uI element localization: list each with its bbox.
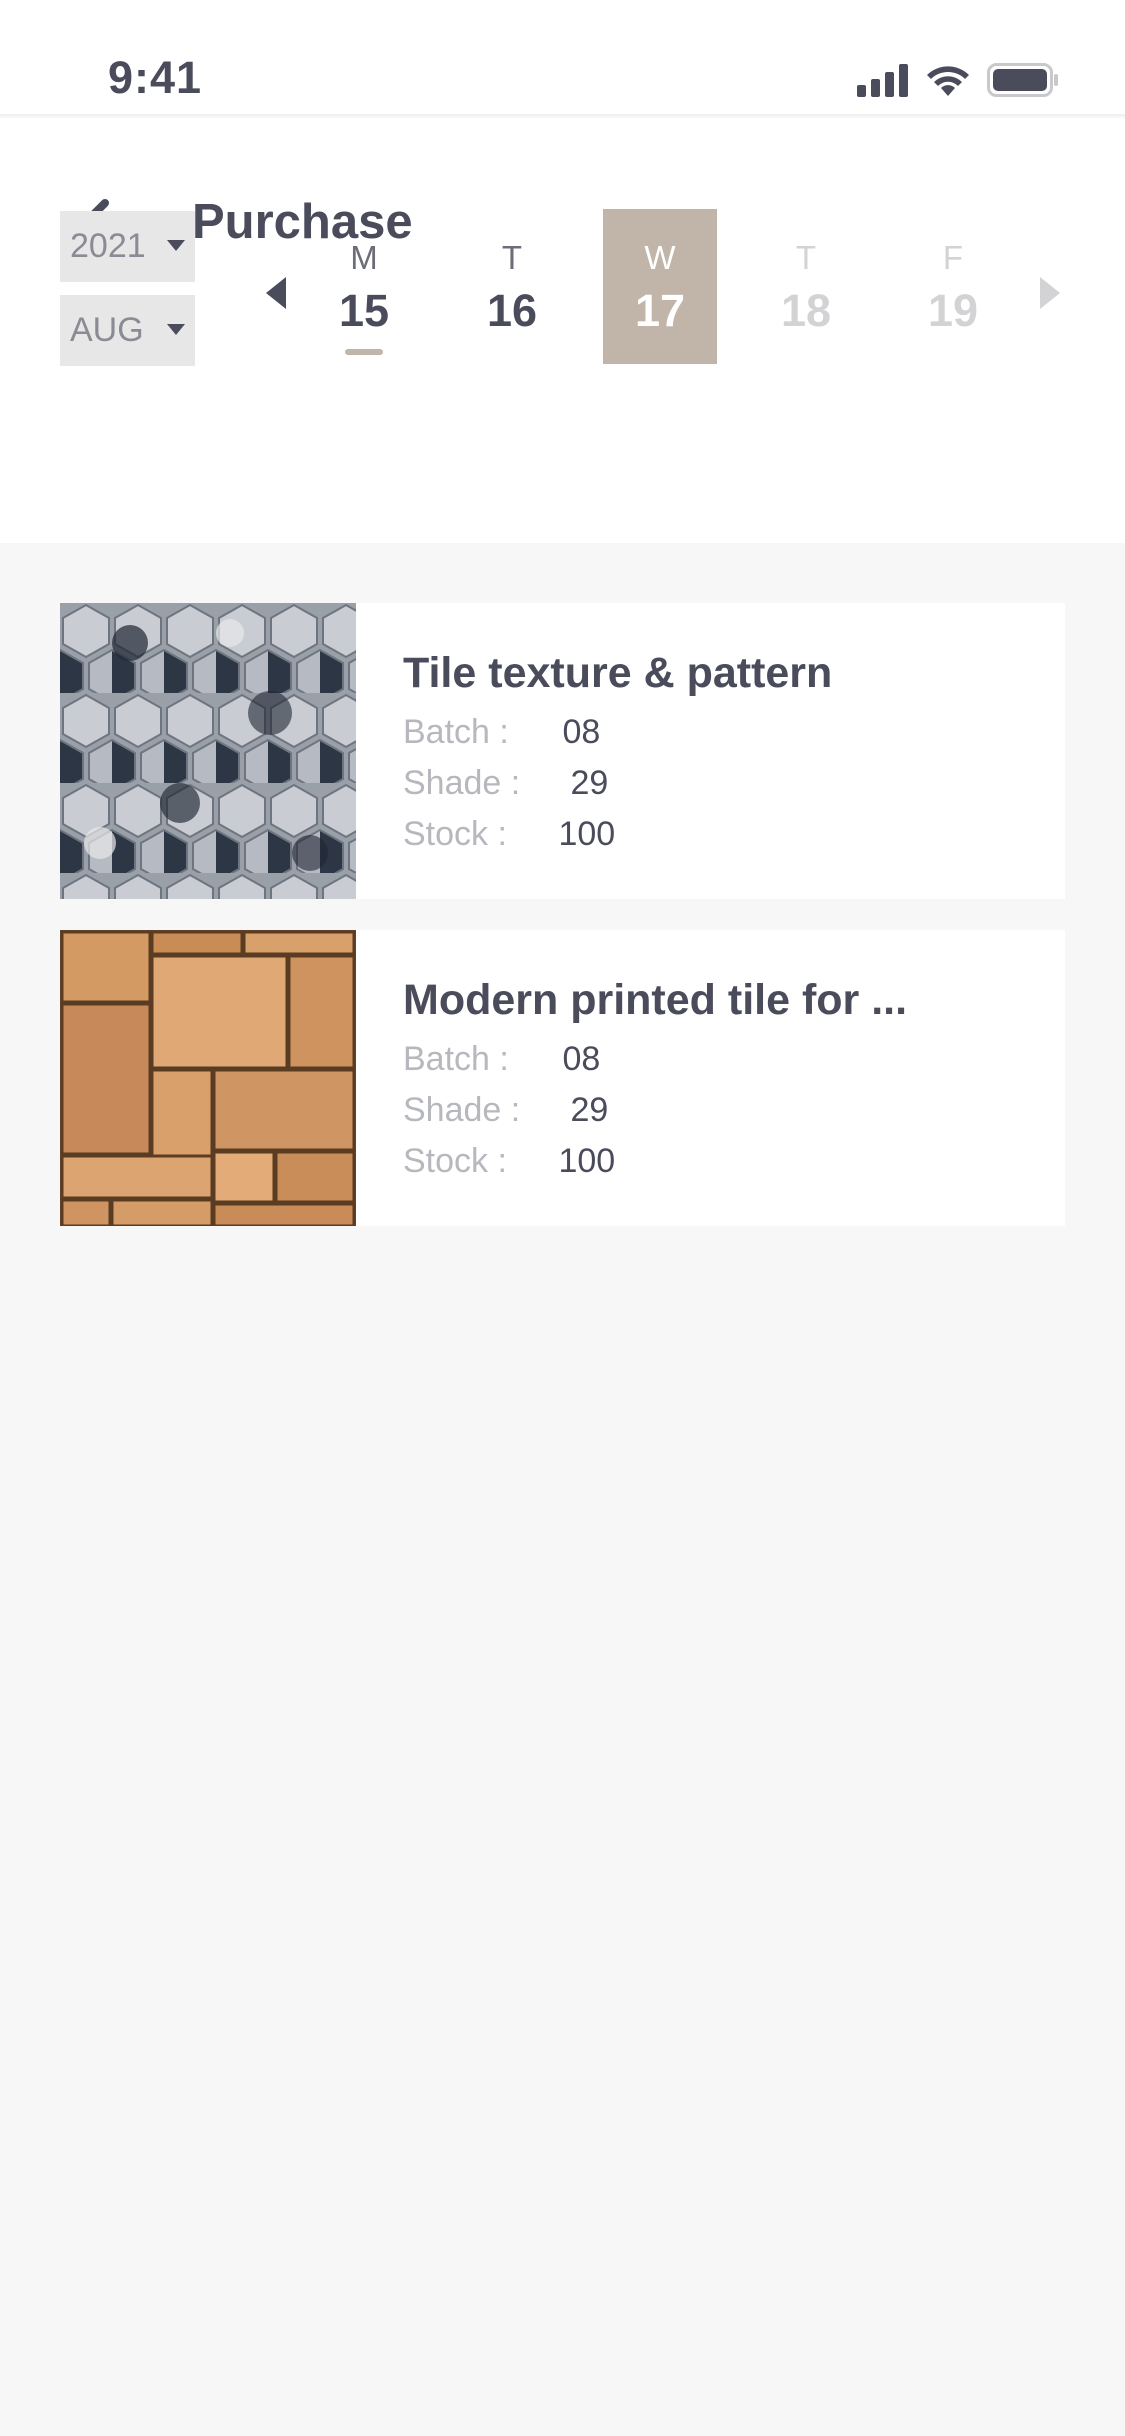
month-select[interactable]: AUG <box>60 295 195 366</box>
stock-row: Stock : 100 <box>403 815 615 854</box>
status-time: 9:41 <box>108 52 203 103</box>
day-number: 16 <box>486 285 538 336</box>
next-week-button[interactable] <box>1030 268 1070 318</box>
shade-row: Shade : 29 <box>403 1091 608 1130</box>
shade-value: 29 <box>570 764 609 802</box>
day-of-week: T <box>795 239 817 276</box>
battery-icon <box>987 63 1058 97</box>
batch-row: Batch : 08 <box>403 713 600 752</box>
stock-value: 100 <box>558 815 616 853</box>
product-title: Modern printed tile for ... <box>403 976 908 1024</box>
caret-left-icon <box>266 277 286 309</box>
batch-value: 08 <box>562 1040 601 1078</box>
day-16[interactable]: T 16 <box>455 209 569 364</box>
product-thumbnail <box>60 930 356 1226</box>
month-value: AUG <box>70 311 144 349</box>
product-thumbnail <box>60 603 356 899</box>
status-bar: 9:41 <box>0 0 1125 116</box>
chevron-down-icon <box>167 240 185 251</box>
day-number: 19 <box>927 285 979 336</box>
shade-value: 29 <box>570 1091 609 1129</box>
day-number: 15 <box>338 285 390 336</box>
batch-label: Batch : <box>403 1040 509 1078</box>
stock-label: Stock : <box>403 1142 507 1180</box>
day-18[interactable]: T 18 <box>749 209 863 364</box>
hexagon-tile-image <box>60 603 356 899</box>
product-card[interactable]: Modern printed tile for ... Batch : 08 S… <box>60 930 1065 1226</box>
day-of-week: T <box>501 239 523 276</box>
shade-row: Shade : 29 <box>403 764 608 803</box>
day-number: 18 <box>780 285 832 336</box>
batch-value: 08 <box>562 713 601 751</box>
product-title: Tile texture & pattern <box>403 649 833 697</box>
caret-right-icon <box>1040 277 1060 309</box>
stone-tile-image <box>60 930 356 1226</box>
year-select[interactable]: 2021 <box>60 211 195 282</box>
day-17-selected[interactable]: W 17 <box>603 209 717 364</box>
batch-label: Batch : <box>403 713 509 751</box>
stock-value: 100 <box>558 1142 616 1180</box>
shade-label: Shade : <box>403 1091 521 1129</box>
signal-icon <box>857 64 908 97</box>
year-value: 2021 <box>70 227 146 265</box>
stock-label: Stock : <box>403 815 507 853</box>
chevron-down-icon <box>167 324 185 335</box>
shade-label: Shade : <box>403 764 521 802</box>
product-card[interactable]: Tile texture & pattern Batch : 08 Shade … <box>60 603 1065 899</box>
stock-row: Stock : 100 <box>403 1142 615 1181</box>
day-number: 17 <box>634 285 686 336</box>
day-19[interactable]: F 19 <box>896 209 1010 364</box>
day-of-week: F <box>942 239 964 276</box>
today-indicator <box>345 349 383 355</box>
day-of-week: M <box>350 239 378 276</box>
wifi-icon <box>927 66 969 96</box>
day-of-week: W <box>644 239 676 276</box>
day-15[interactable]: M 15 <box>307 209 421 364</box>
batch-row: Batch : 08 <box>403 1040 600 1079</box>
prev-week-button[interactable] <box>256 268 296 318</box>
status-icons <box>857 60 1059 100</box>
